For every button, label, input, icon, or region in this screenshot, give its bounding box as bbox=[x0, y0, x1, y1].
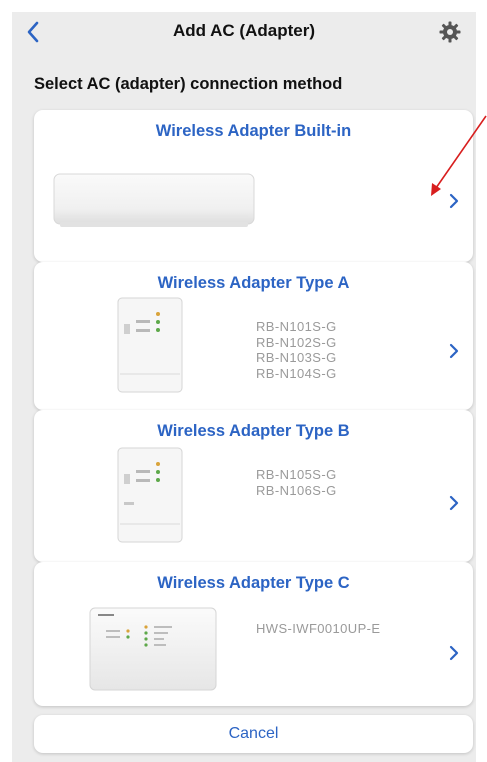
chevron-right-icon bbox=[449, 645, 459, 661]
option-title: Wireless Adapter Type A bbox=[157, 274, 350, 292]
adapter-device-image bbox=[117, 447, 183, 543]
model-list: RB-N105S-G RB-N106S-G bbox=[256, 467, 337, 498]
model-number: RB-N104S-G bbox=[256, 365, 337, 381]
adapter-box-image bbox=[89, 607, 217, 691]
adapter-device-image bbox=[117, 297, 183, 393]
gear-icon[interactable] bbox=[438, 20, 462, 44]
option-built-in[interactable]: Wireless Adapter Built-in bbox=[34, 110, 473, 262]
option-title: Wireless Adapter Built-in bbox=[155, 122, 352, 140]
model-number: RB-N102S-G bbox=[256, 334, 337, 350]
chevron-right-icon bbox=[449, 495, 459, 511]
model-list: RB-N101S-G RB-N102S-G RB-N103S-G RB-N104… bbox=[256, 319, 337, 381]
option-type-a[interactable]: Wireless Adapter Type A RB-N101S-G RB-N1… bbox=[34, 262, 473, 410]
app-screen: Add AC (Adapter) Select AC (adapter) con… bbox=[12, 12, 476, 762]
option-title: Wireless Adapter Type B bbox=[157, 422, 350, 440]
chevron-right-icon bbox=[449, 193, 459, 209]
option-title: Wireless Adapter Type C bbox=[157, 574, 350, 592]
model-number: HWS-IWF0010UP-E bbox=[256, 621, 381, 636]
option-type-c[interactable]: Wireless Adapter Type C HWS-IWF0010UP-E bbox=[34, 562, 473, 706]
model-number: RB-N106S-G bbox=[256, 482, 337, 498]
model-number: RB-N105S-G bbox=[256, 467, 337, 482]
section-title: Select AC (adapter) connection method bbox=[34, 75, 343, 93]
model-number: RB-N103S-G bbox=[256, 350, 337, 365]
ac-indoor-unit-image bbox=[53, 173, 255, 227]
page-title: Add AC (Adapter) bbox=[173, 21, 315, 40]
option-type-b[interactable]: Wireless Adapter Type B RB-N105S-G RB-N1… bbox=[34, 410, 473, 562]
model-number: RB-N101S-G bbox=[256, 319, 337, 334]
chevron-right-icon bbox=[449, 343, 459, 359]
nav-bar: Add AC (Adapter) bbox=[12, 12, 476, 52]
cancel-button[interactable]: Cancel bbox=[34, 715, 473, 753]
model-list: HWS-IWF0010UP-E bbox=[256, 621, 380, 637]
